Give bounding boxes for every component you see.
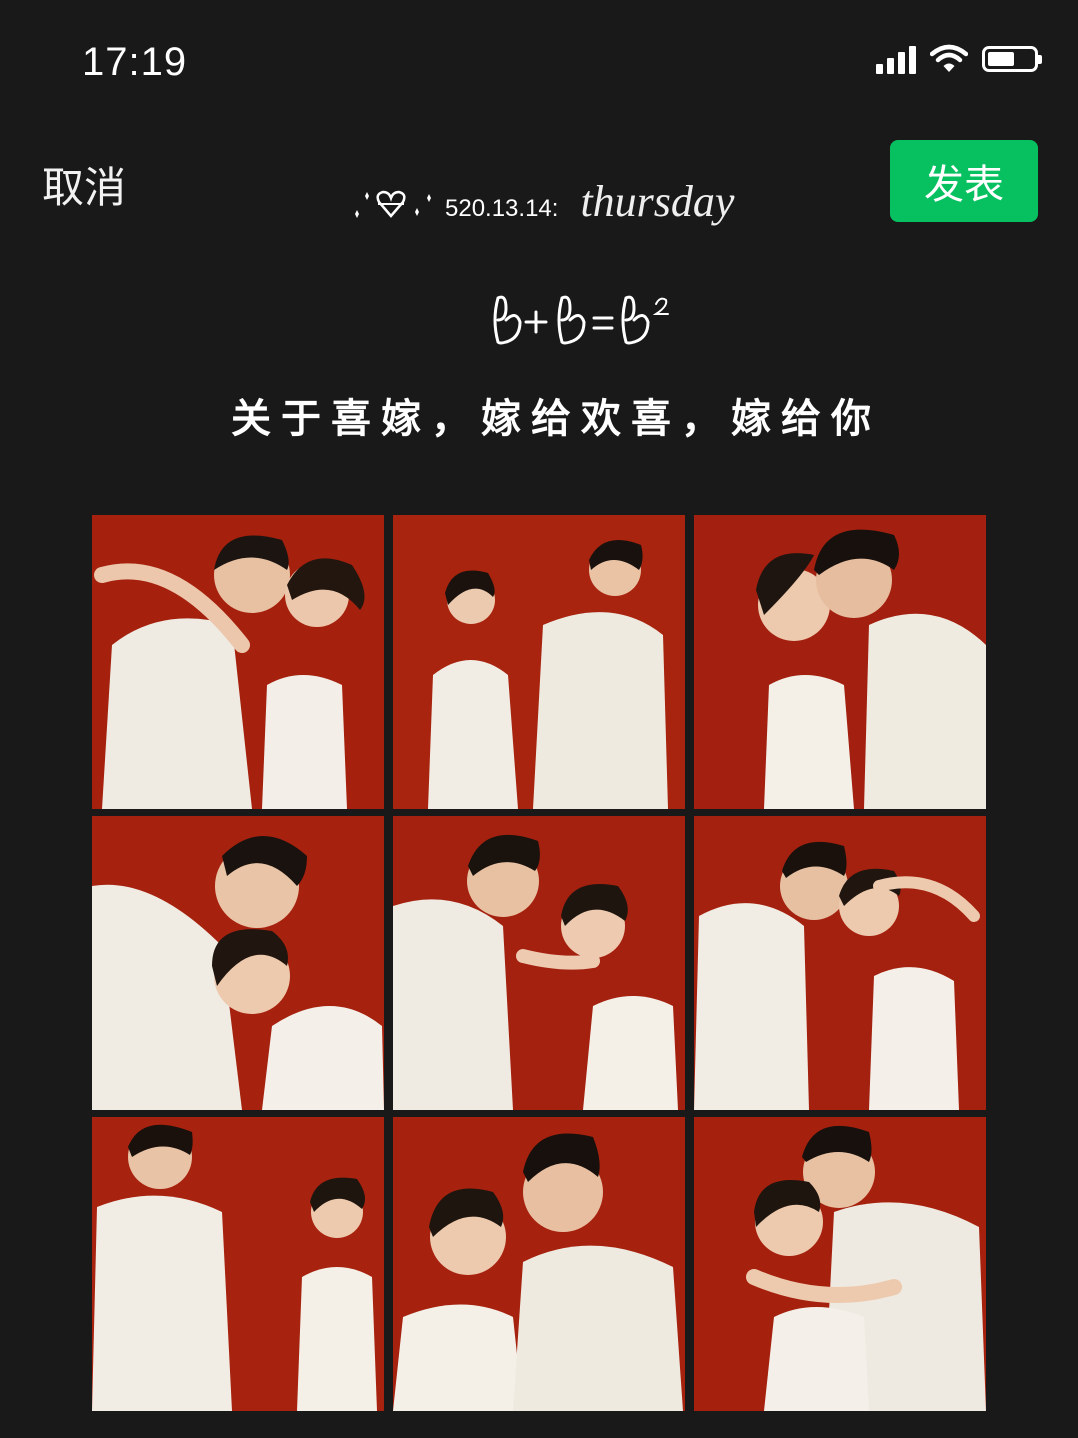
- status-time: 17:19: [82, 40, 188, 84]
- photo-1[interactable]: [92, 515, 384, 809]
- publish-button[interactable]: 发表: [890, 140, 1038, 222]
- photo-7[interactable]: [92, 1117, 384, 1411]
- photo-3[interactable]: [694, 515, 986, 809]
- sparkle-heart-icon: [355, 190, 431, 218]
- photo-7-image: [92, 1117, 384, 1411]
- tagline-word: thursday: [580, 177, 735, 226]
- status-icons: [876, 44, 1042, 74]
- wifi-icon: [930, 44, 968, 72]
- photo-2[interactable]: [393, 515, 685, 809]
- post-headline: 关于喜嫁，嫁给欢喜，嫁给你: [231, 396, 881, 442]
- photo-4-image: [92, 816, 384, 1110]
- photo-3-image: [694, 515, 986, 809]
- photo-2-image: [393, 515, 685, 809]
- photo-9-image: [694, 1117, 986, 1411]
- signal-icon: [876, 44, 916, 74]
- photo-grid: [92, 515, 986, 1411]
- photo-5-image: [393, 816, 685, 1110]
- heart-formula-graphic: [493, 295, 669, 345]
- photo-8-image: [393, 1117, 685, 1411]
- photo-8[interactable]: [393, 1117, 685, 1411]
- photo-4[interactable]: [92, 816, 384, 1110]
- photo-5[interactable]: [393, 816, 685, 1110]
- tagline-code: 520.13.14:: [445, 194, 559, 222]
- post-tagline: 520.13.14: thursday: [345, 176, 734, 227]
- photo-1-image: [92, 515, 384, 809]
- cancel-button[interactable]: 取消: [42, 154, 126, 215]
- photo-6-image: [694, 816, 986, 1110]
- photo-6[interactable]: [694, 816, 986, 1110]
- photo-9[interactable]: [694, 1117, 986, 1411]
- battery-icon: [982, 46, 1042, 72]
